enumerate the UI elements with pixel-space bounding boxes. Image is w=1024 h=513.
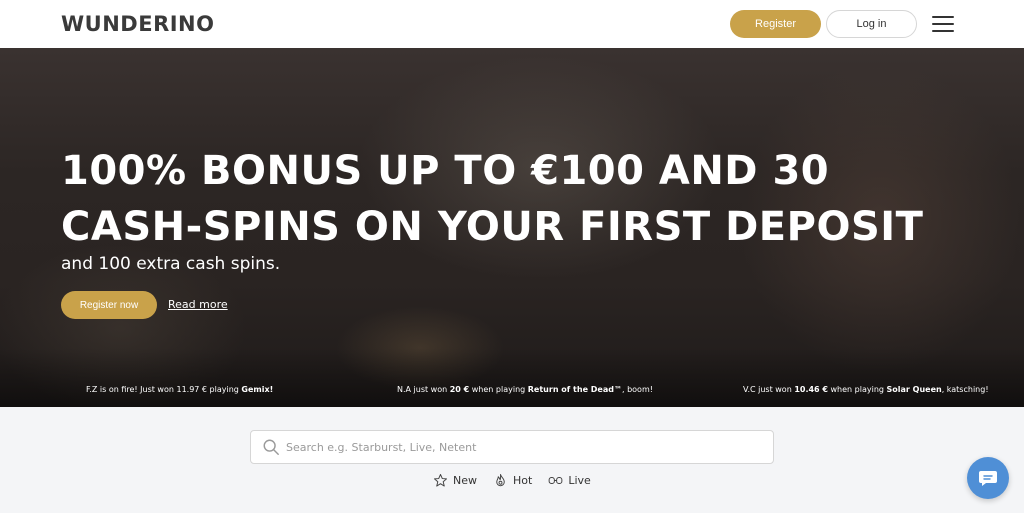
register-now-button[interactable]: Register now <box>61 291 157 319</box>
site-header: WUNDERINO Register Log in <box>0 0 1024 48</box>
filter-hot[interactable]: Hot <box>493 473 532 488</box>
star-icon <box>434 473 447 487</box>
ticker-item: V.C just won 10.46 € when playing Solar … <box>743 385 989 394</box>
read-more-link[interactable]: Read more <box>168 298 228 311</box>
winners-ticker: F.Z is on fire! Just won 11.97 € playing… <box>0 385 1024 401</box>
flame-icon <box>496 473 505 486</box>
logo[interactable]: WUNDERINO <box>61 12 214 36</box>
filter-live[interactable]: Live <box>548 473 591 488</box>
chat-icon <box>979 471 997 486</box>
chat-button[interactable] <box>967 457 1009 499</box>
search-bar[interactable] <box>250 430 774 464</box>
game-filters: New Hot Live <box>433 471 591 489</box>
register-button[interactable]: Register <box>730 10 821 38</box>
login-button[interactable]: Log in <box>826 10 917 38</box>
live-icon <box>548 476 563 484</box>
search-input[interactable] <box>286 431 773 463</box>
filter-hot-label: Hot <box>513 473 533 487</box>
hero-banner: 100% BONUS UP TO €100 AND 30 CASH-SPINS … <box>0 48 1024 407</box>
hero-subtitle: and 100 extra cash spins. <box>61 254 281 274</box>
filter-new-label: New <box>453 473 477 487</box>
search-icon <box>263 439 279 455</box>
hamburger-menu-icon[interactable] <box>932 16 954 32</box>
filter-new[interactable]: New <box>433 473 477 488</box>
ticker-item: N.A just won 20 € when playing Return of… <box>397 385 653 394</box>
ticker-item: F.Z is on fire! Just won 11.97 € playing… <box>86 385 274 394</box>
hero-title: 100% BONUS UP TO €100 AND 30 CASH-SPINS … <box>61 148 924 250</box>
filter-live-label: Live <box>568 473 591 487</box>
